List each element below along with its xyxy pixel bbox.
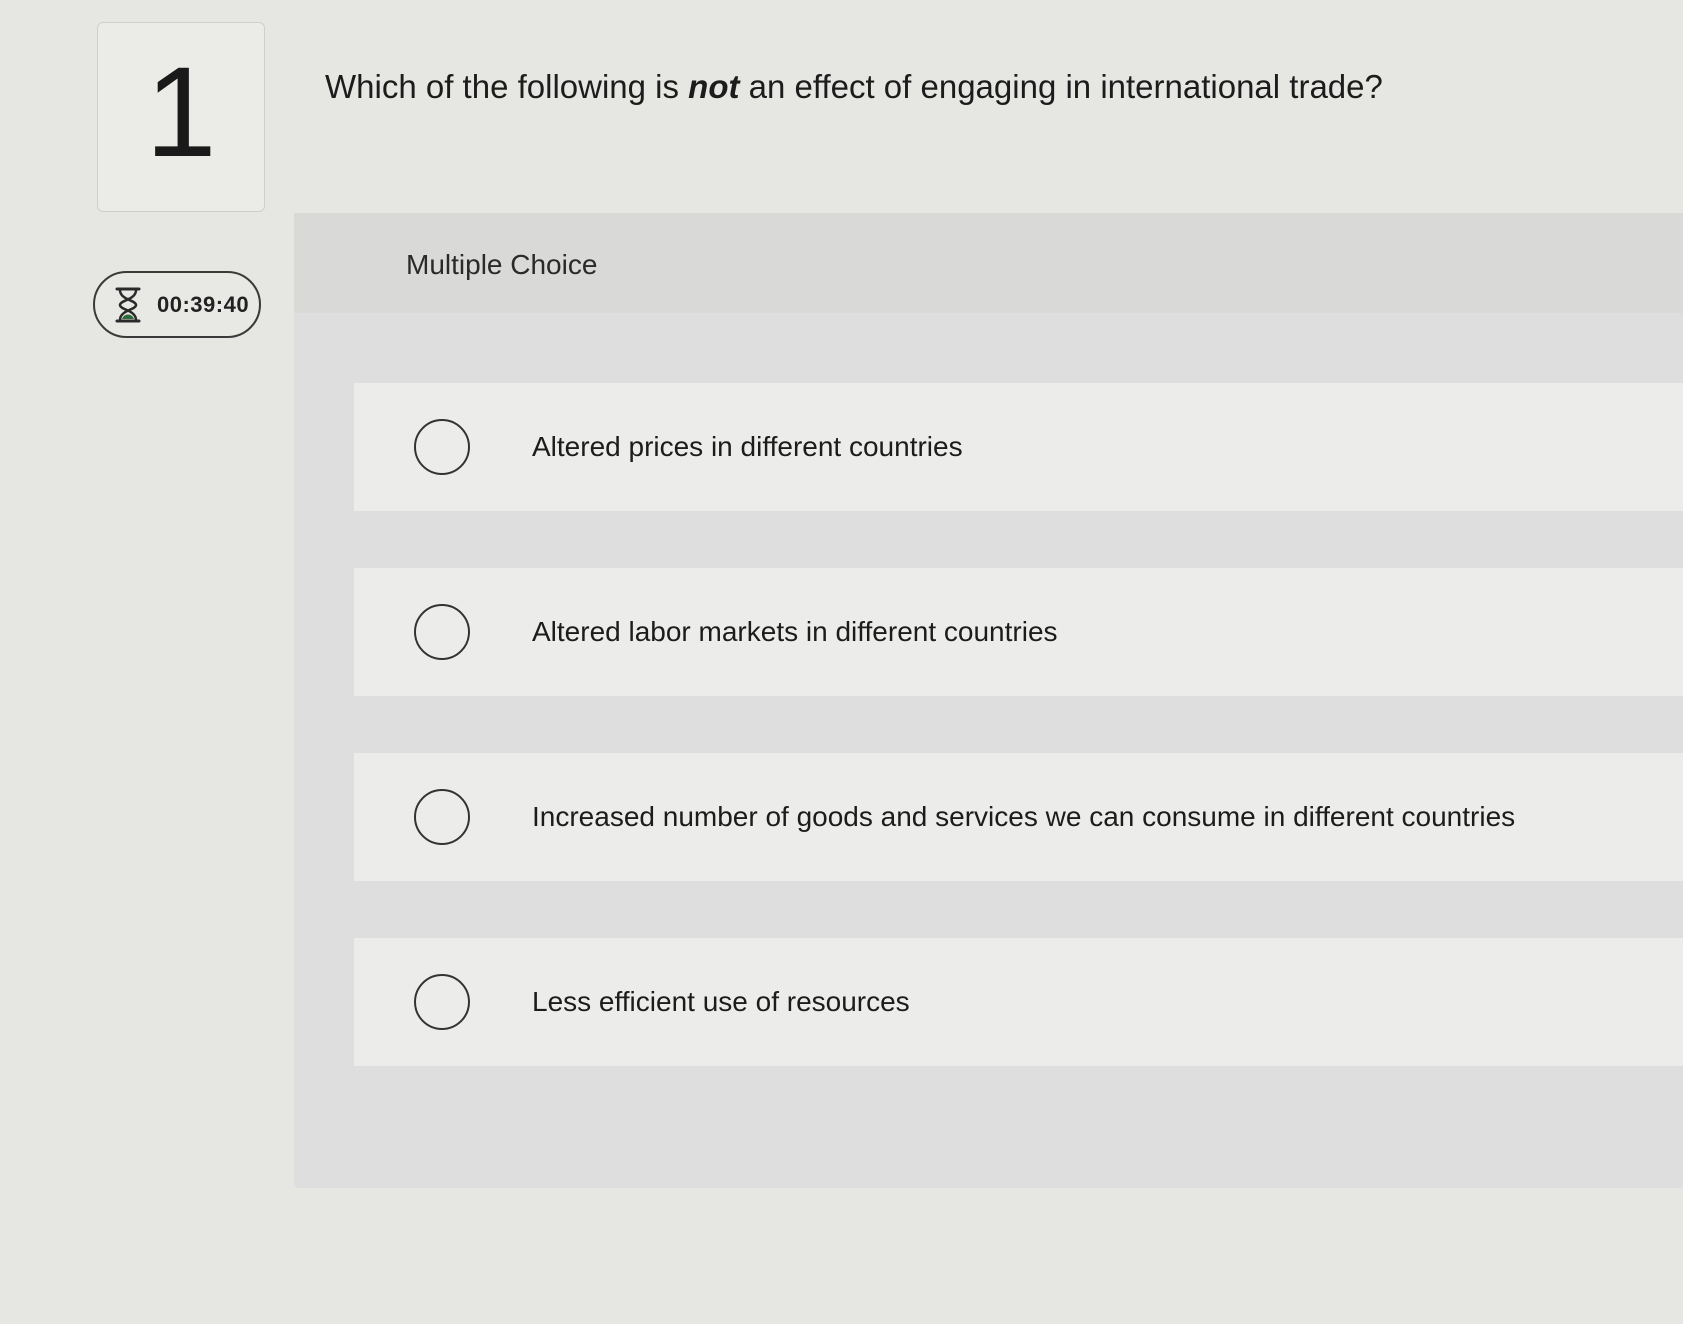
question-number-box: 1 bbox=[97, 22, 265, 212]
answer-option-label: Altered labor markets in different count… bbox=[532, 616, 1058, 647]
question-number: 1 bbox=[145, 41, 217, 184]
radio-button[interactable] bbox=[414, 419, 470, 475]
answer-option-label: Altered prices in different countries bbox=[532, 431, 963, 462]
hourglass-icon bbox=[113, 286, 143, 324]
question-prompt: Which of the following is not an effect … bbox=[325, 68, 1625, 106]
radio-button[interactable] bbox=[414, 789, 470, 845]
answer-option-3[interactable]: Increased number of goods and services w… bbox=[354, 753, 1683, 881]
answer-option-1[interactable]: Altered prices in different countries bbox=[354, 383, 1683, 511]
question-emphasis: not bbox=[688, 68, 740, 105]
answer-option-4[interactable]: Less efficient use of resources bbox=[354, 938, 1683, 1066]
panel-header: Multiple Choice bbox=[294, 213, 1683, 313]
radio-button[interactable] bbox=[414, 604, 470, 660]
answer-option-2[interactable]: Altered labor markets in different count… bbox=[354, 568, 1683, 696]
question-text-end: an effect of engaging in international t… bbox=[739, 68, 1383, 105]
answer-option-label: Increased number of goods and services w… bbox=[532, 801, 1516, 832]
timer-badge[interactable]: 00:39:40 bbox=[93, 271, 261, 338]
question-type-label: Multiple Choice bbox=[406, 249, 598, 280]
timer-value: 00:39:40 bbox=[157, 291, 250, 317]
multiple-choice-panel: Multiple Choice Altered prices in differ… bbox=[294, 213, 1683, 1188]
question-text-start: Which of the following is bbox=[325, 68, 689, 105]
radio-button[interactable] bbox=[414, 974, 470, 1030]
answer-option-label: Less efficient use of resources bbox=[532, 986, 910, 1017]
